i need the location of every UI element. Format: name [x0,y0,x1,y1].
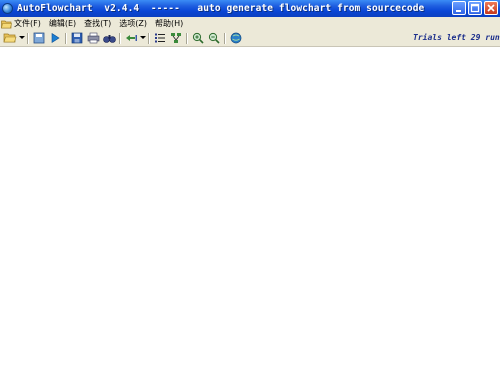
menu-edit[interactable]: 编辑(E) [49,18,76,29]
trial-status: Trials left 29 runs [413,33,500,42]
close-icon [487,4,495,12]
print-icon [87,32,99,44]
open-folder-icon [3,33,17,43]
find-button[interactable] [101,31,117,45]
zoom-in-icon [192,32,204,44]
binoculars-icon [102,35,116,43]
new-button[interactable] [31,31,47,45]
run-icon [51,32,60,44]
dropdown-arrow-icon [139,36,146,39]
help-button[interactable] [228,31,244,45]
arrow-button[interactable] [123,31,139,45]
save-icon [33,32,45,44]
zoom-out-icon [208,32,220,44]
open-button[interactable] [2,31,18,45]
toolbar-separator [224,32,226,44]
minimize-button[interactable] [452,1,466,15]
run-button[interactable] [47,31,63,45]
toolbar-separator [148,32,150,44]
tree-icon [171,33,181,43]
window-controls [452,1,498,15]
toolbar-separator [65,32,67,44]
save-disk-icon [71,32,83,44]
toolbar-separator [186,32,188,44]
menu-bar: 文件(F) 编辑(E) 查找(T) 选项(Z) 帮助(H) [0,17,500,30]
app-icon [2,3,13,14]
dropdown-arrow-icon [18,36,25,39]
maximize-icon [470,3,480,13]
open-dropdown-button[interactable] [18,31,25,45]
toolbar: Trials left 29 runs [0,30,500,47]
arrow-dropdown-button[interactable] [139,31,146,45]
toolbar-separator [119,32,121,44]
toolbar-separator [27,32,29,44]
flowchart-canvas[interactable] [0,47,500,365]
title-bar: AutoFlowchart v2.4.4 ----- auto generate… [0,0,500,17]
save-button[interactable] [69,31,85,45]
close-button[interactable] [484,1,498,15]
window-title: AutoFlowchart v2.4.4 ----- auto generate… [17,3,425,14]
list-button[interactable] [152,31,168,45]
minimize-icon [456,10,461,12]
menu-options[interactable]: 选项(Z) [119,18,147,29]
menu-file[interactable]: 文件(F) [14,18,41,29]
menu-find[interactable]: 查找(T) [84,18,111,29]
maximize-button[interactable] [468,1,482,15]
arrow-icon [125,35,137,41]
menu-help[interactable]: 帮助(H) [155,18,183,29]
globe-help-icon [230,32,242,44]
zoom-out-button[interactable] [206,31,222,45]
tree-button[interactable] [168,31,184,45]
app-menu-folder-icon[interactable] [1,19,12,29]
print-button[interactable] [85,31,101,45]
list-icon [155,33,165,43]
zoom-in-button[interactable] [190,31,206,45]
